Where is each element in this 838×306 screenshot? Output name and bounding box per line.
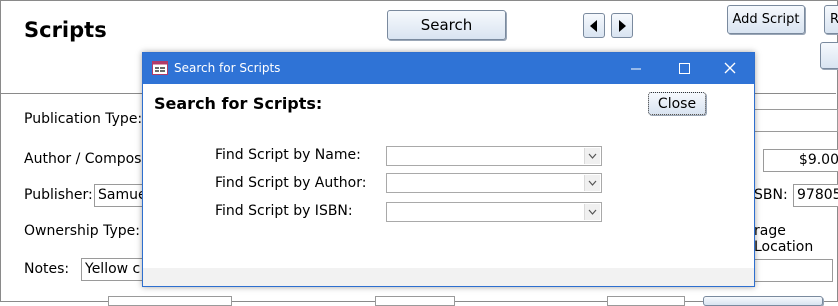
isbn-field[interactable]: 97805 — [793, 184, 838, 207]
maximize-button[interactable] — [672, 59, 696, 77]
close-button[interactable]: Close — [648, 92, 706, 115]
author-label: Author / Compose — [24, 151, 151, 167]
find-by-author-label: Find Script by Author: — [215, 175, 367, 191]
partial-bottom-button[interactable] — [703, 296, 823, 306]
minimize-icon — [631, 68, 641, 70]
partial-field-right-1[interactable] — [753, 109, 838, 132]
dialog-title: Search for Scripts — [174, 61, 281, 75]
find-by-name-label: Find Script by Name: — [215, 147, 361, 163]
maximize-icon — [679, 63, 690, 74]
add-script-button[interactable]: Add Script — [727, 5, 805, 34]
partial-field-right-2[interactable] — [753, 259, 833, 282]
find-by-author-combo[interactable] — [386, 173, 602, 193]
price-field[interactable]: $9.00 — [763, 149, 838, 172]
partial-bottom-field-3[interactable] — [607, 296, 685, 306]
triangle-left-icon — [590, 19, 597, 32]
find-by-name-combo[interactable] — [386, 146, 602, 166]
publisher-label: Publisher: — [24, 187, 93, 203]
previous-record-button[interactable] — [583, 13, 605, 38]
close-window-button[interactable] — [718, 59, 742, 77]
triangle-right-icon — [619, 19, 626, 32]
close-icon — [724, 62, 736, 74]
partial-right-button[interactable]: R — [824, 5, 838, 34]
search-dialog: Search for Scripts Search for Scripts: C… — [142, 52, 755, 287]
partial-right-button-2[interactable] — [820, 42, 838, 69]
chevron-down-icon[interactable] — [584, 175, 600, 191]
notes-field[interactable]: Yellow c — [81, 258, 151, 281]
next-record-button[interactable] — [611, 13, 633, 38]
find-by-isbn-combo[interactable] — [386, 202, 602, 222]
chevron-down-icon[interactable] — [584, 204, 600, 220]
form-icon — [152, 61, 168, 75]
publication-type-label: Publication Type: — [24, 111, 143, 127]
notes-label: Notes: — [24, 261, 70, 277]
chevron-down-icon[interactable] — [584, 148, 600, 164]
dialog-body: Search for Scripts: Close Find Script by… — [143, 84, 754, 286]
storage-location-label: rage Location — [754, 223, 814, 255]
find-by-isbn-label: Find Script by ISBN: — [215, 203, 353, 219]
dialog-titlebar: Search for Scripts — [143, 53, 754, 84]
dialog-heading: Search for Scripts: — [154, 94, 323, 113]
partial-bottom-field-2[interactable] — [375, 296, 455, 306]
search-button[interactable]: Search — [387, 10, 506, 40]
isbn-label: SBN: — [754, 187, 788, 203]
minimize-button[interactable] — [624, 59, 648, 77]
form-title: Scripts — [24, 18, 107, 42]
ownership-type-label: Ownership Type: — [24, 223, 140, 239]
partial-bottom-field-1[interactable] — [108, 296, 232, 306]
dialog-footer — [143, 268, 754, 286]
